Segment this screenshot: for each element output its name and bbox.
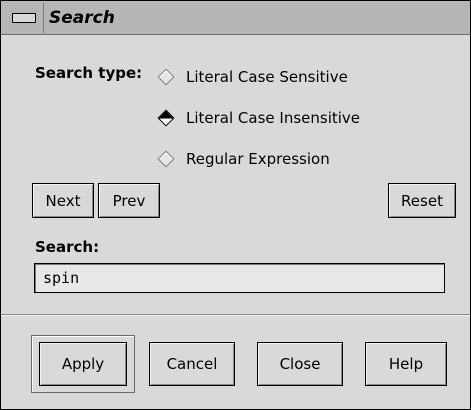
prev-button[interactable]: Prev	[98, 183, 160, 218]
radio-label: Literal Case Sensitive	[186, 68, 348, 86]
radio-label: Literal Case Insensitive	[186, 109, 361, 127]
search-type-label: Search type:	[35, 64, 143, 82]
radio-indicator-selected-icon	[157, 109, 175, 127]
next-button[interactable]: Next	[32, 183, 94, 218]
radio-indicator-icon	[157, 68, 175, 86]
radio-regular-expression[interactable]: Regular Expression	[157, 147, 330, 171]
search-dialog: Search Search type: Literal Case Sensiti…	[0, 0, 471, 410]
help-button[interactable]: Help	[365, 342, 447, 386]
search-input[interactable]: spin	[34, 263, 445, 293]
radio-indicator-icon	[157, 150, 175, 168]
window-menu-button[interactable]	[12, 13, 36, 23]
title-separator	[43, 3, 44, 33]
apply-button[interactable]: Apply	[39, 342, 127, 386]
search-label: Search:	[35, 238, 100, 256]
cancel-button[interactable]: Cancel	[149, 342, 235, 386]
radio-literal-case-sensitive[interactable]: Literal Case Sensitive	[157, 65, 348, 89]
title-bar[interactable]: Search	[1, 1, 470, 35]
divider	[1, 314, 470, 316]
window-title: Search	[49, 8, 115, 28]
radio-literal-case-insensitive[interactable]: Literal Case Insensitive	[157, 106, 361, 130]
reset-button[interactable]: Reset	[388, 183, 456, 218]
radio-label: Regular Expression	[186, 150, 330, 168]
close-button[interactable]: Close	[257, 342, 343, 386]
